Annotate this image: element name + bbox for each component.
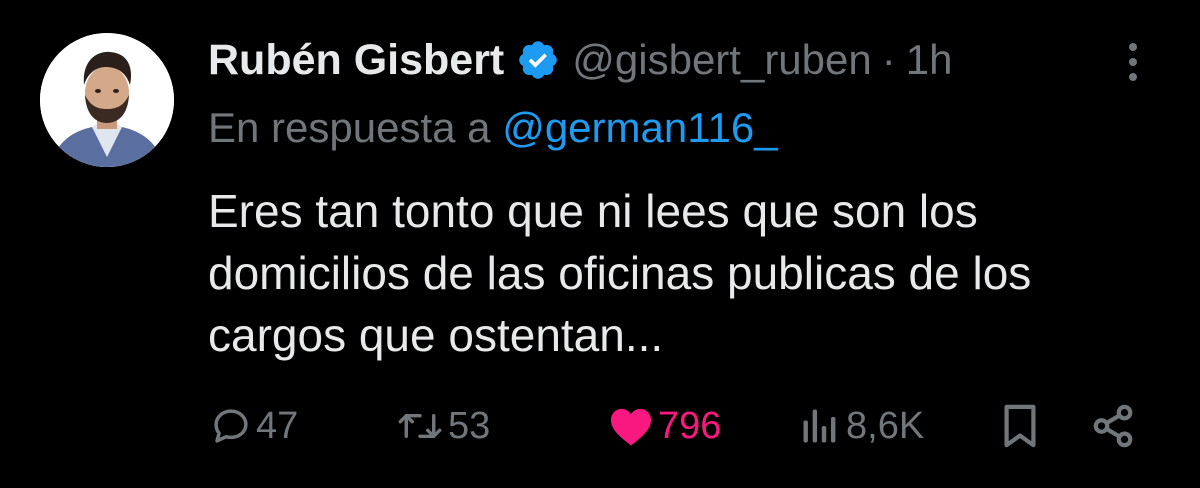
reply-count: 47 [256,404,299,447]
like-count: 796 [658,404,722,447]
tweet-header: Rubén Gisbert @gisbert_ruben · 1h [208,32,952,88]
heart-icon [608,405,654,447]
reply-prefix: En respuesta a [208,104,491,151]
verified-badge-icon [516,38,560,82]
separator-dot: · [881,36,896,83]
bookmark-icon [1000,403,1040,449]
views-count: 8,6K [846,404,925,447]
timestamp[interactable]: 1h [906,36,953,84]
tweet-text: Eres tan tonto que ni lees que son los d… [208,185,1032,361]
reply-mention-link[interactable]: @german116_ [502,104,777,151]
author-handle[interactable]: @gisbert_ruben [572,36,871,84]
bookmark-button[interactable] [1000,400,1040,452]
retweet-icon [396,405,444,447]
analytics-bars-icon [798,405,842,447]
more-options-icon[interactable] [1122,40,1144,84]
reply-context: En respuesta a @german116_ [208,104,778,152]
author-name[interactable]: Rubén Gisbert [208,36,504,85]
reply-icon [210,405,252,447]
reply-button[interactable]: 47 [210,400,298,452]
share-button[interactable] [1090,400,1136,452]
share-icon [1090,403,1136,449]
action-bar: 47 53 796 8,6K [0,400,1200,452]
retweet-button[interactable]: 53 [396,400,490,452]
retweet-count: 53 [448,404,491,447]
like-button[interactable]: 796 [608,400,721,452]
avatar-image [40,33,174,167]
avatar[interactable] [40,33,174,167]
views-button[interactable]: 8,6K [798,400,924,452]
